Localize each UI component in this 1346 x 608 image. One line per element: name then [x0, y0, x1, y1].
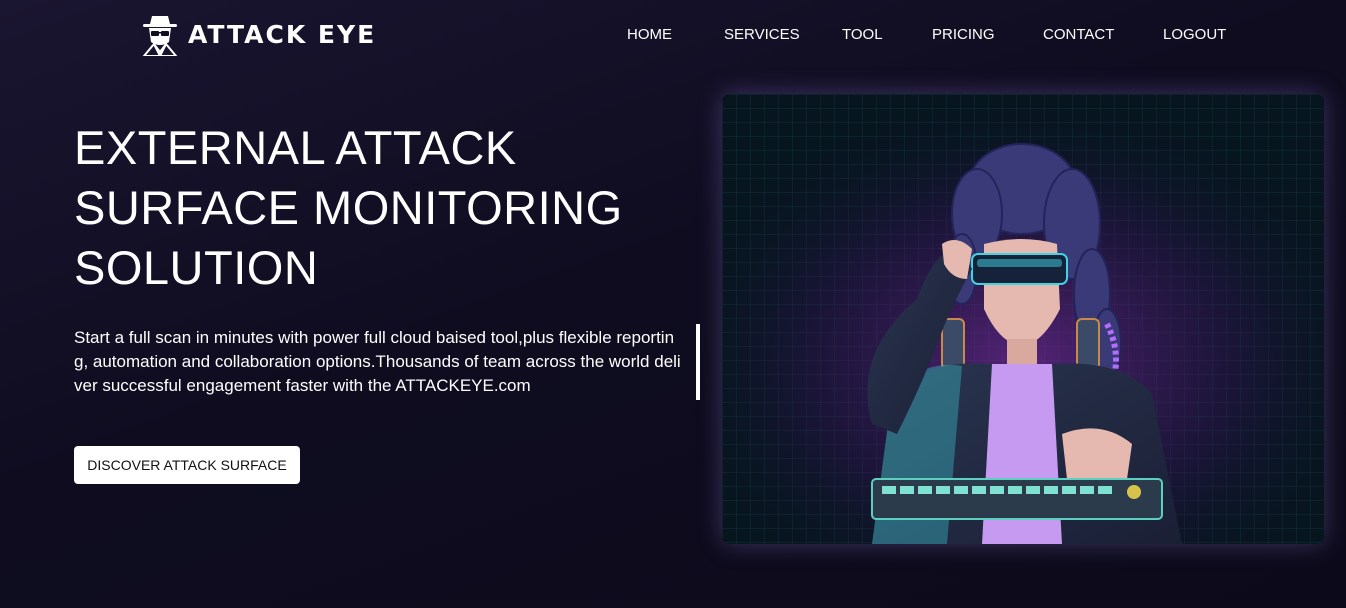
- nav-tool[interactable]: TOOL: [842, 26, 883, 43]
- hero-illustration: [722, 94, 1324, 544]
- hero-description: Start a full scan in minutes with power …: [74, 328, 681, 395]
- main-nav: HOME SERVICES TOOL PRICING CONTACT LOGOU…: [0, 26, 1346, 46]
- cyberpunk-hacker-illustration: [722, 94, 1324, 544]
- nav-logout[interactable]: LOGOUT: [1163, 26, 1226, 43]
- hero-title: EXTERNAL ATTACK SURFACE MONITORING SOLUT…: [74, 121, 623, 294]
- nav-services[interactable]: SERVICES: [724, 26, 800, 43]
- description-accent-bar: [696, 324, 700, 400]
- nav-pricing[interactable]: PRICING: [932, 26, 995, 43]
- nav-home[interactable]: HOME: [627, 26, 672, 43]
- discover-attack-surface-button[interactable]: DISCOVER ATTACK SURFACE: [74, 446, 300, 484]
- nav-contact[interactable]: CONTACT: [1043, 26, 1114, 43]
